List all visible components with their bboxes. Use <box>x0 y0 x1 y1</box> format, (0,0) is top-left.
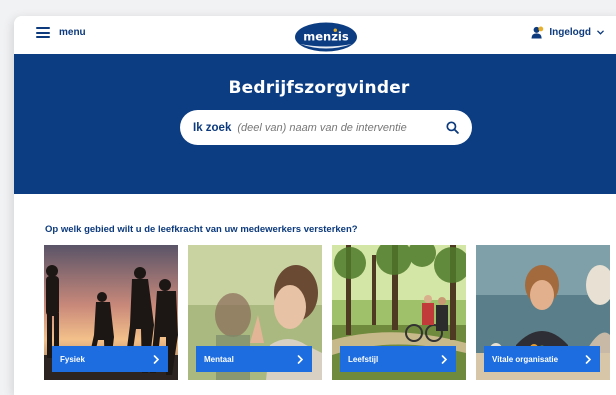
chevron-right-icon <box>297 354 304 364</box>
user-icon <box>531 26 544 39</box>
logo-text: menzis <box>303 30 349 44</box>
menu-button[interactable]: menu <box>36 27 86 38</box>
logo-dot <box>333 28 337 32</box>
chevron-down-icon <box>597 30 604 35</box>
search-icon[interactable] <box>446 121 459 134</box>
top-bar: menu menzis Ingelogd <box>14 16 616 54</box>
card-leefstijl[interactable]: Leefstijl <box>332 245 466 380</box>
search-input[interactable] <box>237 121 428 134</box>
menzis-logo[interactable]: menzis <box>294 22 358 52</box>
app-window: menu menzis Ingelogd Bedrijfszorgvinder … <box>14 16 616 395</box>
page-title: Bedrijfszorgvinder <box>228 78 410 98</box>
card-label: Leefstijl <box>348 354 379 364</box>
hero-curve <box>14 174 616 191</box>
card-button-vitale-organisatie[interactable]: Vitale organisatie <box>484 346 600 372</box>
chevron-right-icon <box>441 354 448 364</box>
hamburger-icon <box>36 27 50 38</box>
search-bar[interactable]: Ik zoek <box>180 110 472 145</box>
card-label: Vitale organisatie <box>492 354 559 364</box>
chevron-right-icon <box>153 354 160 364</box>
menu-label: menu <box>59 27 86 38</box>
card-label: Mentaal <box>204 354 234 364</box>
card-vitale-organisatie[interactable]: Vitale organisatie <box>476 245 610 380</box>
chevron-right-icon <box>585 354 592 364</box>
search-label: Ik zoek <box>193 121 232 134</box>
card-fysiek[interactable]: Fysiek <box>44 245 178 380</box>
user-label: Ingelogd <box>549 27 591 38</box>
card-button-leefstijl[interactable]: Leefstijl <box>340 346 456 372</box>
section-question: Op welk gebied wilt u de leefkracht van … <box>45 224 358 235</box>
card-button-fysiek[interactable]: Fysiek <box>52 346 168 372</box>
card-mentaal[interactable]: Mentaal <box>188 245 322 380</box>
card-label: Fysiek <box>60 354 85 364</box>
card-button-mentaal[interactable]: Mentaal <box>196 346 312 372</box>
user-menu[interactable]: Ingelogd <box>531 26 604 39</box>
